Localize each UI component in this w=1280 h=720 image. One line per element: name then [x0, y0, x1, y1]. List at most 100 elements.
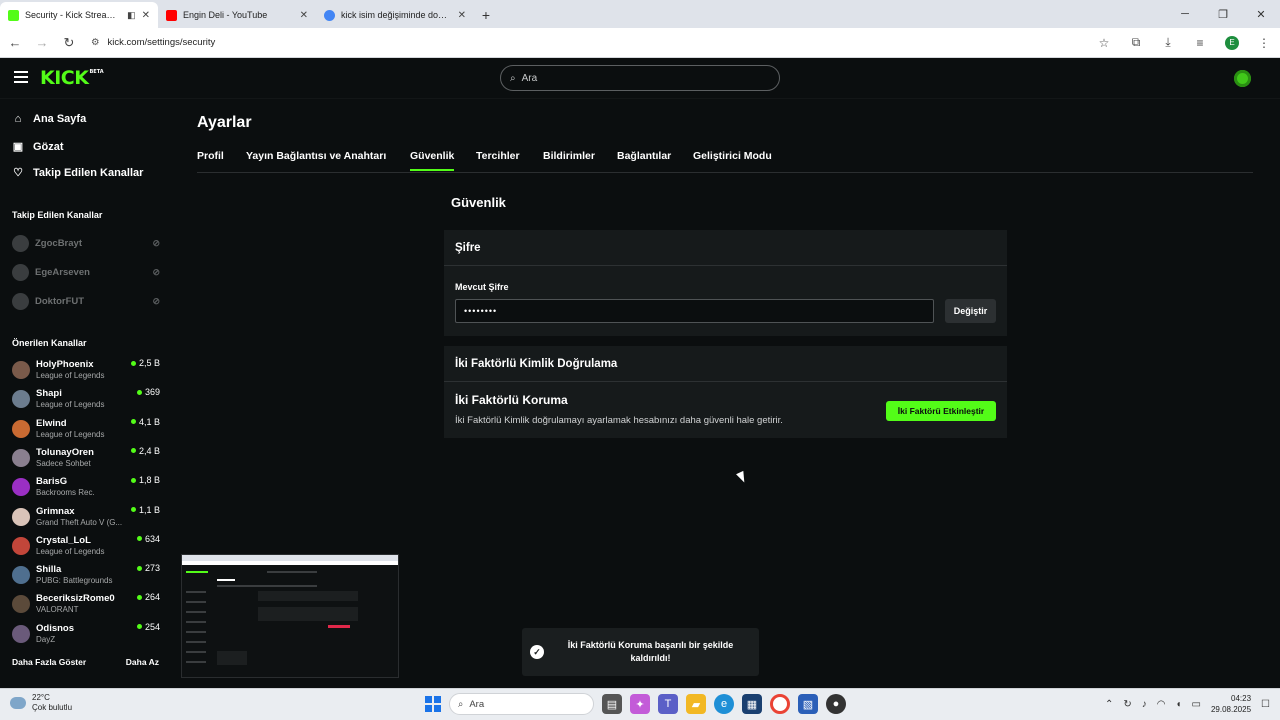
- channel-category: DayZ: [36, 634, 56, 644]
- followed-channel[interactable]: EgeArseven ⊘: [12, 264, 160, 281]
- channel-avatar: [12, 624, 30, 643]
- windows-start-icon[interactable]: [425, 696, 441, 712]
- channel-avatar: [12, 264, 29, 281]
- battery-icon[interactable]: ▭: [1192, 699, 1201, 710]
- tab-title: Security - Kick Streaming: [25, 10, 122, 20]
- channel-name: Shilla: [36, 564, 62, 576]
- browser-tab-kick[interactable]: Security - Kick Streaming ◧ ✕: [0, 2, 158, 28]
- close-tab-icon[interactable]: ✕: [300, 10, 308, 21]
- channel-name: TolunayOren: [36, 446, 94, 458]
- reading-list-icon[interactable]: ≡: [1184, 36, 1216, 50]
- recommended-channel[interactable]: BeceriksizRome0 VALORANT 264: [12, 590, 160, 618]
- live-dot-icon: [130, 419, 136, 425]
- live-dot-icon: [136, 594, 142, 600]
- copilot-icon[interactable]: ✦: [630, 694, 650, 714]
- clock[interactable]: 04:23 29.08.2025: [1211, 693, 1251, 715]
- channel-category: VALORANT: [36, 605, 79, 615]
- restore-icon[interactable]: ❐: [1204, 0, 1242, 28]
- new-tab-button[interactable]: +: [474, 2, 498, 28]
- file-explorer-icon[interactable]: ▰: [686, 694, 706, 714]
- live-dot-icon: [130, 360, 136, 366]
- extensions-icon[interactable]: ⧉: [1120, 35, 1152, 50]
- sync-icon[interactable]: ↻: [1123, 699, 1131, 710]
- recommended-channel[interactable]: Shapi League of Legends 369: [12, 385, 160, 413]
- show-less-button[interactable]: Daha Az: [126, 657, 159, 667]
- volume-icon[interactable]: ◖: [1175, 699, 1181, 710]
- viewer-count: 1,8 B: [130, 475, 160, 485]
- channel-category: League of Legends: [36, 546, 105, 556]
- tab-profile[interactable]: Profil: [197, 150, 224, 162]
- show-more-button[interactable]: Daha Fazla Göster: [12, 657, 86, 667]
- browser-tab-google[interactable]: kick isim değişiminde doğrulam ✕: [316, 2, 474, 28]
- youtube-favicon-icon: [166, 9, 177, 21]
- recommended-channel[interactable]: BarisG Backrooms Rec. 1,8 B: [12, 473, 160, 501]
- sidebar-item-following[interactable]: ♡ Takip Edilen Kanallar: [12, 166, 143, 180]
- tab-connections[interactable]: Bağlantılar: [617, 150, 671, 162]
- recommended-channel[interactable]: Crystal_LoL League of Legends 634: [12, 532, 160, 560]
- close-tab-icon[interactable]: ✕: [142, 10, 150, 21]
- followed-channel[interactable]: ZgocBrayt ⊘: [12, 235, 160, 252]
- channel-name: HolyPhoenix: [36, 359, 94, 370]
- edge-icon[interactable]: e: [714, 694, 734, 714]
- mouse-cursor-icon: [736, 470, 748, 485]
- tab-developer-mode[interactable]: Geliştirici Modu: [693, 150, 772, 162]
- tab-security[interactable]: Güvenlik: [410, 150, 455, 171]
- recommended-channel[interactable]: HolyPhoenix League of Legends 2,5 B: [12, 356, 160, 384]
- change-password-button[interactable]: Değiştir: [945, 299, 996, 323]
- search-icon: ⌕: [458, 698, 464, 710]
- audio-icon[interactable]: ◧: [127, 10, 136, 21]
- menu-kebab-icon[interactable]: ⋮: [1248, 36, 1280, 50]
- chevron-up-icon[interactable]: ⌃: [1105, 699, 1113, 710]
- close-tab-icon[interactable]: ✕: [458, 10, 466, 21]
- browser-tab-youtube[interactable]: Engin Deli - YouTube ✕: [158, 2, 316, 28]
- enable-two-factor-button[interactable]: İki Faktörü Etkinleştir: [886, 401, 996, 421]
- minimize-icon[interactable]: ─: [1166, 0, 1204, 28]
- two-factor-protection-title: İki Faktörlü Koruma: [455, 393, 568, 407]
- microphone-icon[interactable]: ♪: [1142, 699, 1147, 710]
- user-avatar[interactable]: [1234, 70, 1251, 87]
- weather-widget[interactable]: 22°C Çok bulutlu: [10, 693, 72, 713]
- offline-icon: ⊘: [152, 238, 160, 248]
- hamburger-menu-icon[interactable]: [14, 71, 28, 83]
- recommended-channel[interactable]: Shilla PUBG: Battlegrounds 273: [12, 561, 160, 589]
- profile-button[interactable]: E: [1216, 35, 1248, 50]
- app-icon[interactable]: ▧: [798, 694, 818, 714]
- channel-name: Shapi: [36, 388, 62, 400]
- teams-icon[interactable]: T: [658, 694, 678, 714]
- url-field[interactable]: ⚙ kick.com/settings/security: [85, 32, 1088, 54]
- search-input[interactable]: ⌕ Ara: [500, 65, 780, 91]
- channel-avatar: [12, 566, 30, 585]
- current-password-field[interactable]: ••••••••: [455, 299, 934, 323]
- sidebar-item-browse[interactable]: ▣ Gözat: [12, 140, 64, 154]
- chrome-icon[interactable]: [770, 694, 790, 714]
- recommended-channel[interactable]: TolunayOren Sadece Sohbet 2,4 B: [12, 444, 160, 472]
- download-icon[interactable]: ⤓: [1152, 35, 1184, 50]
- viewer-count: 254: [136, 622, 160, 632]
- bookmark-star-icon[interactable]: ☆: [1088, 36, 1120, 50]
- sidebar-item-home[interactable]: ⌂ Ana Sayfa: [12, 113, 87, 125]
- store-icon[interactable]: ▦: [742, 694, 762, 714]
- recommended-channel[interactable]: Odisnos DayZ 254: [12, 620, 160, 648]
- wifi-icon[interactable]: ◠: [1157, 699, 1166, 710]
- offline-icon: ⊘: [152, 296, 160, 306]
- back-button[interactable]: ←: [3, 31, 27, 55]
- tab-stream-key[interactable]: Yayın Bağlantısı ve Anahtarı: [246, 150, 386, 162]
- followed-channel[interactable]: DoktorFUT ⊘: [12, 293, 160, 310]
- reload-button[interactable]: ↻: [57, 31, 81, 55]
- close-window-icon[interactable]: ✕: [1242, 0, 1280, 28]
- taskbar-search[interactable]: ⌕ Ara: [449, 693, 594, 715]
- task-view-icon[interactable]: ▤: [602, 694, 622, 714]
- recommended-channel[interactable]: Elwind League of Legends 4,1 B: [12, 415, 160, 443]
- page-title: Ayarlar: [197, 114, 252, 131]
- channel-avatar: [12, 478, 30, 497]
- viewer-count: 264: [136, 592, 160, 602]
- channel-name: Elwind: [36, 417, 67, 429]
- tab-preferences[interactable]: Tercihler: [476, 150, 520, 162]
- site-info-icon[interactable]: ⚙: [91, 37, 100, 48]
- kick-logo[interactable]: KICKBETA: [40, 67, 104, 89]
- recommended-channel[interactable]: Grimnax Grand Theft Auto V (G... 1,1 B: [12, 503, 160, 531]
- notifications-icon[interactable]: ☐: [1261, 699, 1270, 710]
- forward-button[interactable]: →: [30, 31, 54, 55]
- tab-notifications[interactable]: Bildirimler: [543, 150, 595, 162]
- recorder-icon[interactable]: ●: [826, 694, 846, 714]
